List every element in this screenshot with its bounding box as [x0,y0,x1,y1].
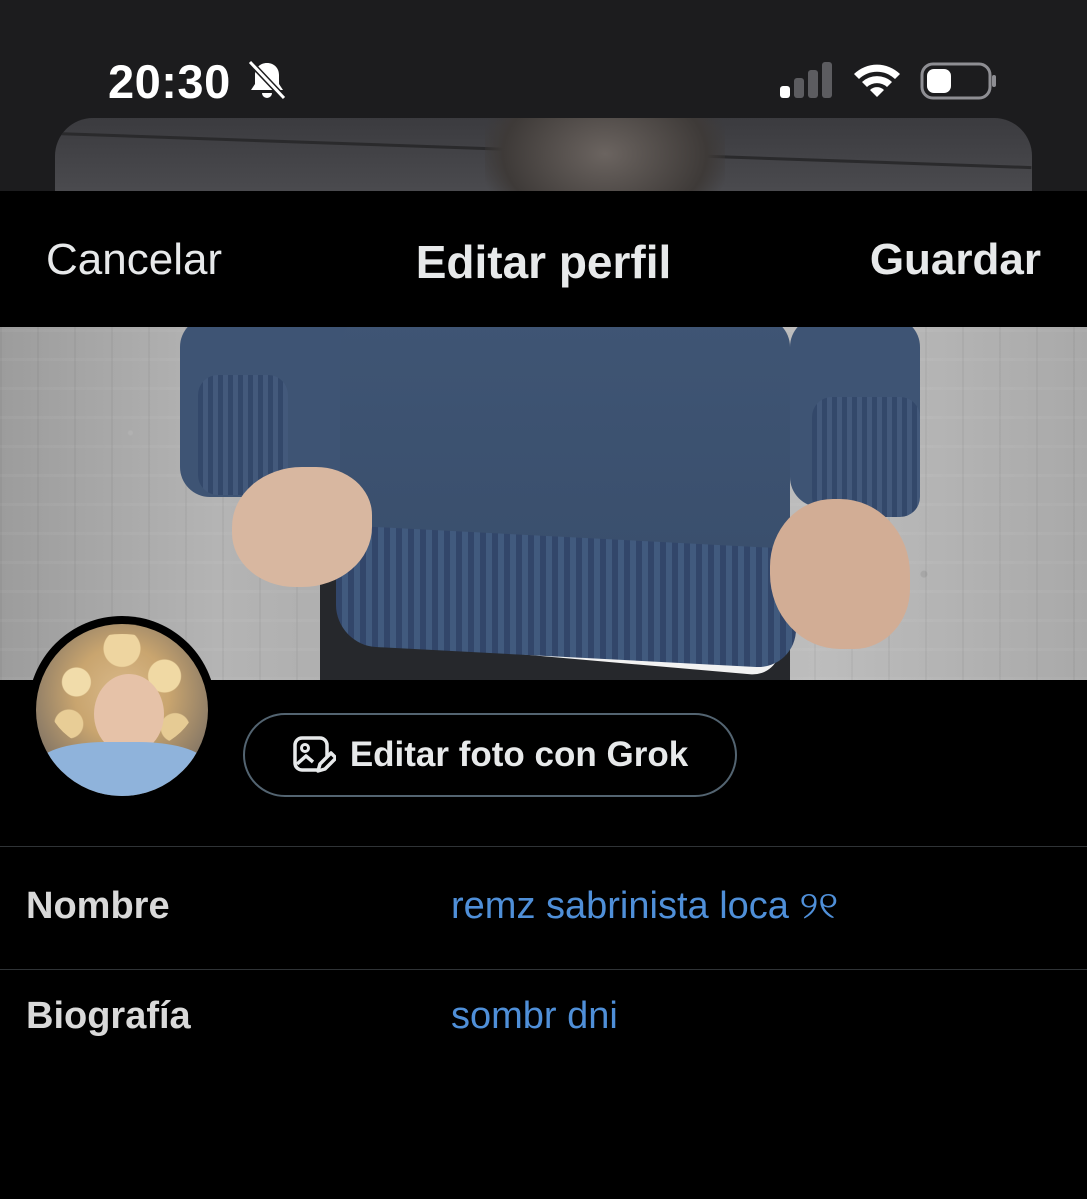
field-label-name: Nombre [26,885,170,927]
edit-photo-with-grok-button[interactable]: Editar foto con Grok [243,713,737,797]
field-label-bio: Biografía [26,995,191,1037]
name-field[interactable]: remz sabrinista loca ୨୧ [451,885,838,928]
status-time: 20:30 [108,55,231,108]
status-bar: 20:30 [0,0,1087,238]
photo-edit-icon [293,736,336,773]
screen: 20:30 Cancelar Editar perfil Guardar Edi… [0,0,1087,1199]
avatar[interactable] [28,616,216,804]
save-button[interactable]: Guardar [870,235,1041,285]
bell-slash-icon [247,59,287,101]
wifi-icon [854,64,900,97]
edit-profile-sheet: Cancelar Editar perfil Guardar Editar fo… [0,191,1087,1199]
field-row-bio[interactable]: Biografía sombr dni [0,957,1087,1079]
profile-photo-area: Editar foto con Grok [0,616,1087,847]
navigation-bar: Cancelar Editar perfil Guardar [0,191,1087,327]
bio-field[interactable]: sombr dni [451,995,618,1038]
grok-button-label: Editar foto con Grok [349,735,689,774]
cellular-signal-icon [780,62,832,98]
battery-icon [920,62,996,100]
field-row-name[interactable]: Nombre remz sabrinista loca ୨୧ [0,847,1087,969]
